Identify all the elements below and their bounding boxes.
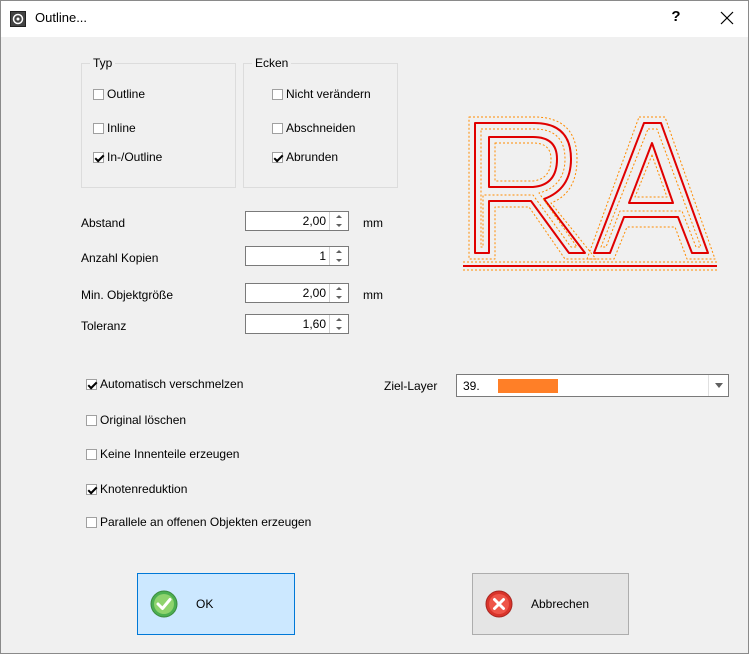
cancel-icon — [485, 590, 513, 618]
spin-arrows[interactable] — [329, 315, 348, 333]
abstand-unit: mm — [363, 216, 383, 230]
checkbox-label: Knotenreduktion — [100, 482, 188, 496]
spin-up-icon[interactable] — [336, 318, 342, 321]
checkbox-box — [93, 151, 104, 163]
spin-arrows[interactable] — [329, 212, 348, 230]
spin-down-icon[interactable] — [336, 224, 342, 227]
checkbox-box — [86, 516, 97, 528]
checkbox-box — [86, 414, 97, 426]
knotenreduktion-checkbox[interactable]: Knotenreduktion — [86, 482, 187, 496]
checkbox-box — [86, 448, 97, 460]
cancel-button[interactable]: Abbrechen — [472, 573, 629, 635]
ziel-layer-dropdown[interactable]: 39. — [456, 374, 729, 397]
outline-preview-image — [463, 116, 717, 271]
checkbox-box — [272, 88, 283, 100]
checkbox-label: Abschneiden — [286, 121, 356, 135]
ziel-layer-label: Ziel-Layer — [384, 379, 438, 393]
ecken-nicht-veraendern-checkbox[interactable]: Nicht verändern — [272, 87, 371, 101]
toleranz-label: Toleranz — [81, 319, 127, 333]
checkbox-box — [93, 122, 104, 134]
checkbox-label: Inline — [107, 121, 136, 135]
checkbox-label: Nicht verändern — [286, 87, 371, 101]
typ-group-title: Typ — [90, 56, 116, 70]
checkbox-label: Abrunden — [286, 150, 339, 164]
checkbox-box — [86, 483, 97, 495]
spin-down-icon[interactable] — [336, 296, 342, 299]
ecken-abschneiden-checkbox[interactable]: Abschneiden — [272, 121, 355, 135]
anzahl-kopien-spinbox[interactable]: 1 — [245, 246, 349, 266]
checkbox-label: Automatisch verschmelzen — [100, 377, 244, 391]
checkbox-box — [93, 88, 104, 100]
spin-up-icon[interactable] — [336, 250, 342, 253]
ecken-abrunden-checkbox[interactable]: Abrunden — [272, 150, 338, 164]
spinbox-value: 2,00 — [302, 214, 326, 228]
outline-dialog: Outline... ? Typ Outline Inline In-/Outl… — [0, 0, 749, 654]
min-objektgroesse-label: Min. Objektgröße — [81, 288, 174, 302]
close-icon[interactable] — [715, 6, 739, 30]
spin-arrows[interactable] — [329, 247, 348, 265]
dropdown-arrow[interactable] — [708, 375, 728, 396]
spin-down-icon[interactable] — [336, 259, 342, 262]
spinbox-value: 1 — [319, 249, 326, 263]
toleranz-spinbox[interactable]: 1,60 — [245, 314, 349, 334]
checkbox-box — [272, 122, 283, 134]
ok-button-label: OK — [196, 597, 214, 611]
anzahl-kopien-label: Anzahl Kopien — [81, 251, 159, 265]
automatisch-verschmelzen-checkbox[interactable]: Automatisch verschmelzen — [86, 377, 243, 391]
checkbox-box — [272, 151, 283, 163]
title-bar: Outline... ? — [1, 1, 748, 37]
abstand-label: Abstand — [81, 216, 126, 230]
checkbox-label: Original löschen — [100, 413, 187, 427]
typ-outline-checkbox[interactable]: Outline — [93, 87, 145, 101]
min-objektgroesse-spinbox[interactable]: 2,00 — [245, 283, 349, 303]
spinbox-value: 2,00 — [302, 286, 326, 300]
spin-arrows[interactable] — [329, 284, 348, 302]
checkmark-icon — [150, 590, 178, 618]
parallele-offene-objekte-checkbox[interactable]: Parallele an offenen Objekten erzeugen — [86, 515, 311, 529]
cancel-button-label: Abbrechen — [531, 597, 590, 611]
typ-inoutline-checkbox[interactable]: In-/Outline — [93, 150, 162, 164]
ecken-group-title: Ecken — [252, 56, 292, 70]
ok-button[interactable]: OK — [137, 573, 295, 635]
keine-innenteile-checkbox[interactable]: Keine Innenteile erzeugen — [86, 447, 239, 461]
chevron-down-icon[interactable] — [714, 383, 723, 388]
layer-color-swatch — [498, 379, 558, 393]
typ-inline-checkbox[interactable]: Inline — [93, 121, 136, 135]
min-objektgroesse-unit: mm — [363, 288, 383, 302]
spin-up-icon[interactable] — [336, 287, 342, 290]
abstand-spinbox[interactable]: 2,00 — [245, 211, 349, 231]
checkbox-label: Parallele an offenen Objekten erzeugen — [100, 515, 312, 529]
checkbox-label: In-/Outline — [107, 150, 163, 164]
ziel-layer-value: 39. — [463, 379, 480, 393]
spinbox-value: 1,60 — [302, 317, 326, 331]
dialog-title: Outline... — [35, 10, 88, 25]
checkbox-box — [86, 378, 97, 390]
spin-down-icon[interactable] — [336, 327, 342, 330]
help-button[interactable]: ? — [666, 8, 686, 25]
checkbox-label: Keine Innenteile erzeugen — [100, 447, 240, 461]
app-icon — [10, 11, 26, 27]
checkbox-label: Outline — [107, 87, 146, 101]
spin-up-icon[interactable] — [336, 215, 342, 218]
original-loeschen-checkbox[interactable]: Original löschen — [86, 413, 186, 427]
